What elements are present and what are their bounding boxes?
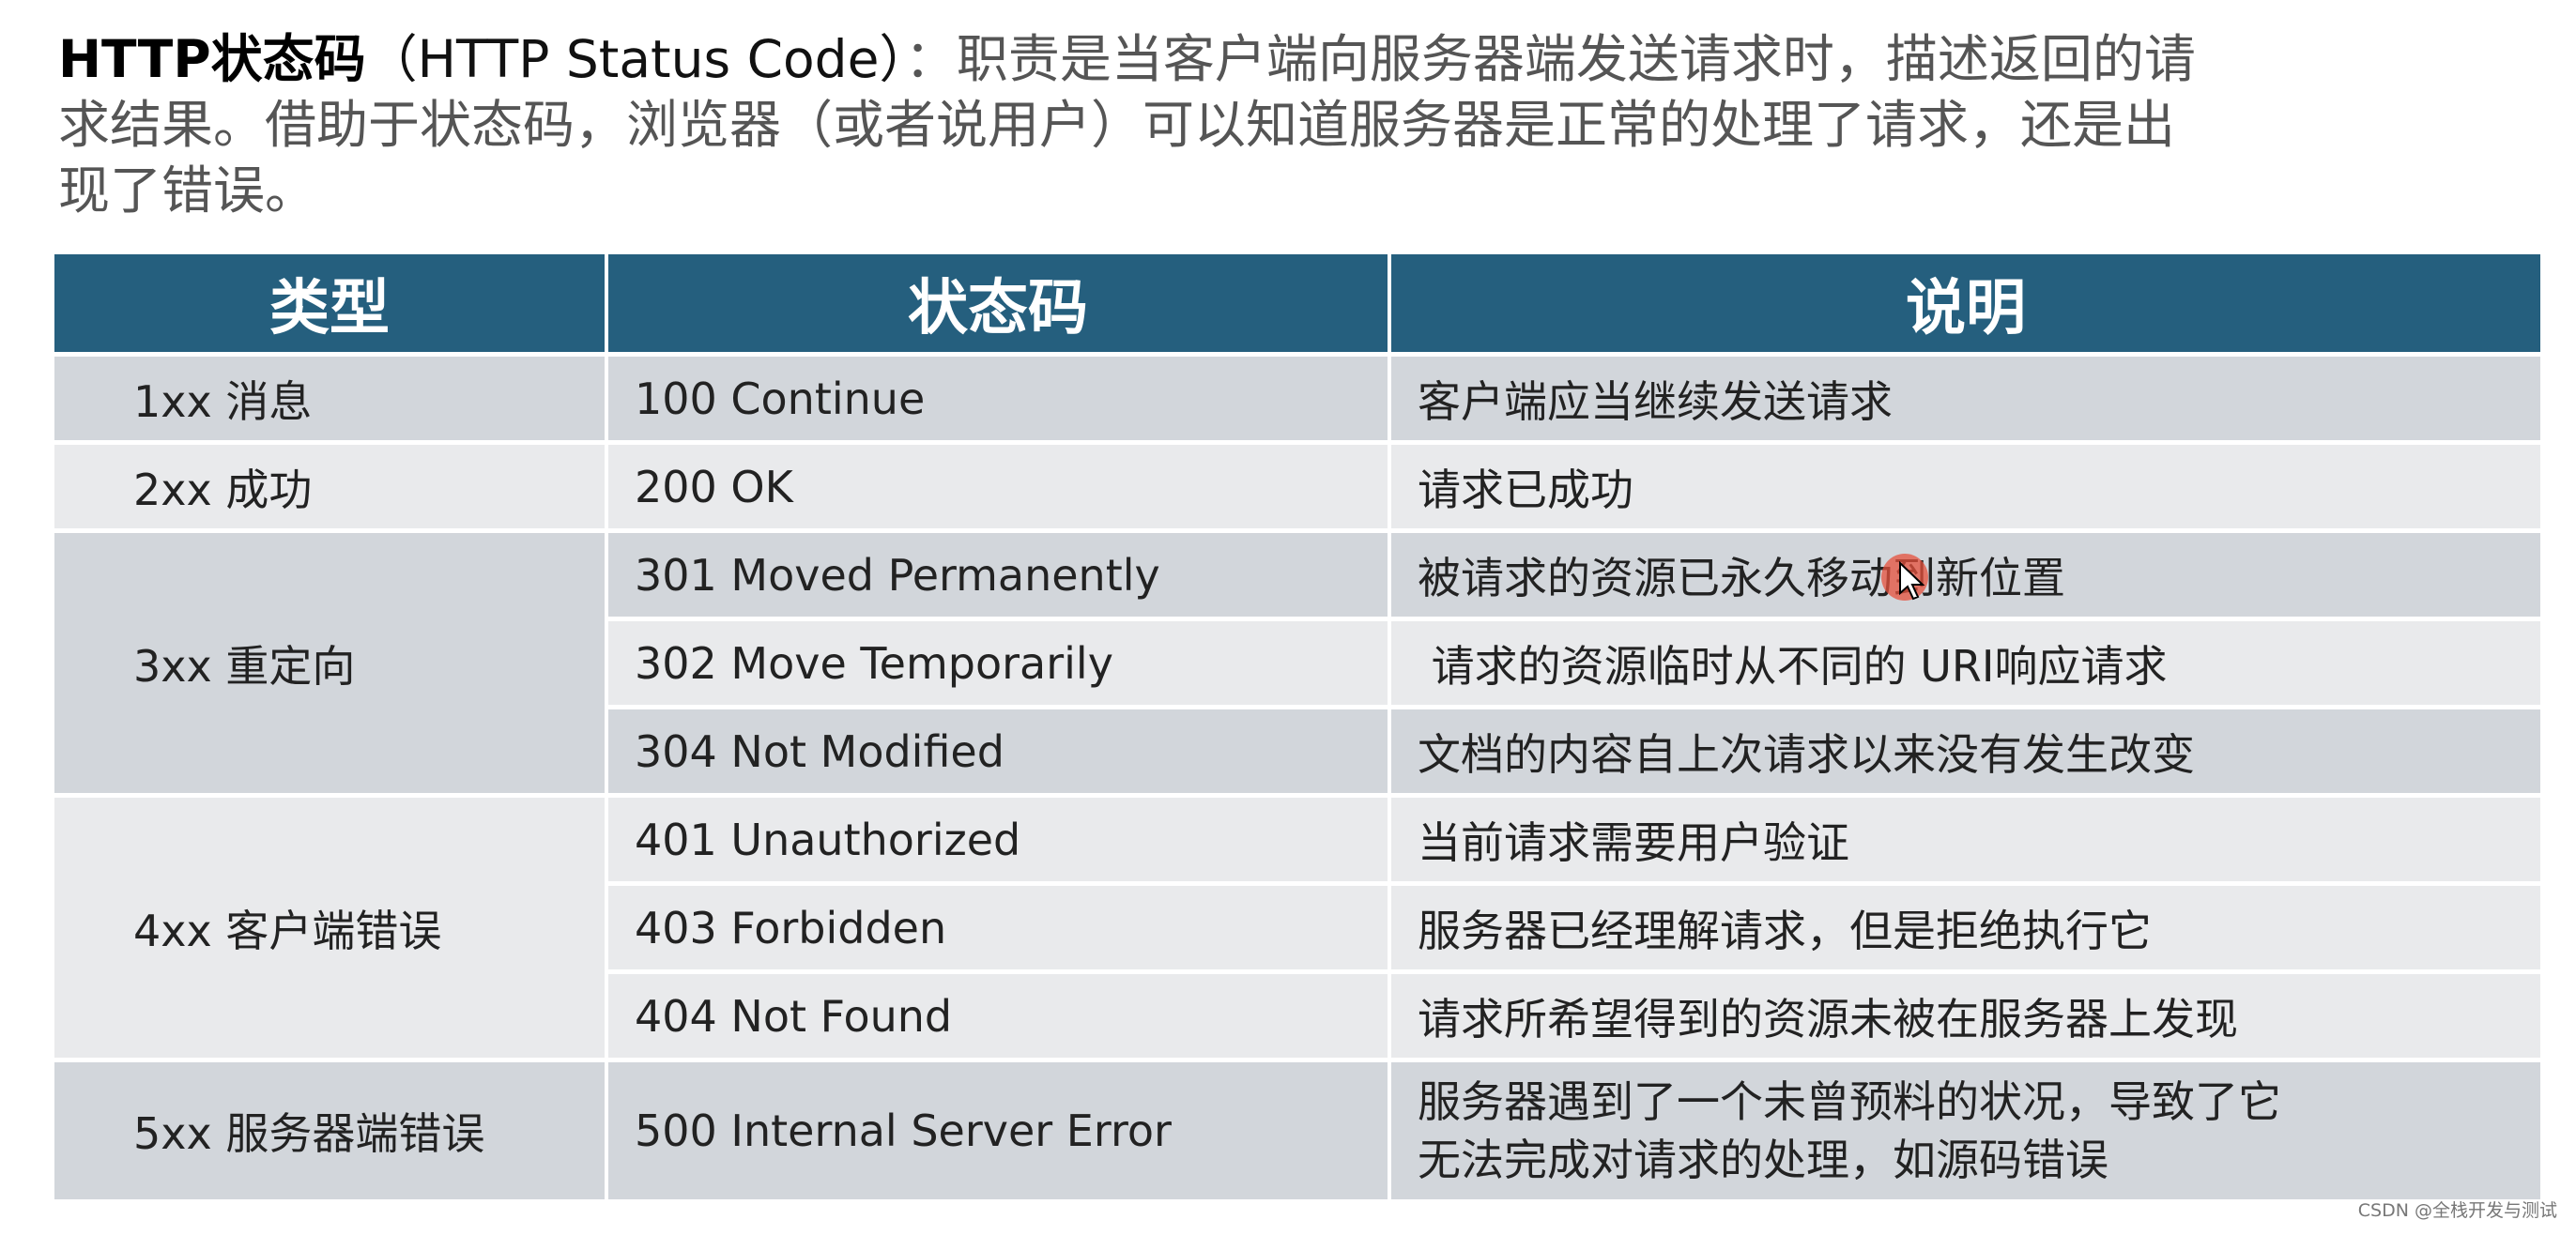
header-code: 状态码: [608, 254, 1388, 352]
status-code-table: 类型 状态码 说明 1xx 消息 100 Continue 客户端应当继续发送请…: [51, 250, 2544, 1204]
intro-paragraph: HTTP状态码（HTTP Status Code）：职责是当客户端向服务器端发送…: [58, 26, 2537, 223]
desc-cell: 文档的内容自上次请求以来没有发生改变: [1391, 709, 2540, 793]
code-cell: 401 Unauthorized: [608, 798, 1388, 881]
desc-cell: 服务器已经理解请求，但是拒绝执行它: [1391, 886, 2540, 969]
table-row: 2xx 成功 200 OK 请求已成功: [54, 445, 2540, 528]
code-cell: 301 Moved Permanently: [608, 533, 1388, 617]
code-cell: 404 Not Found: [608, 974, 1388, 1058]
desc-cell: 客户端应当继续发送请求: [1391, 357, 2540, 440]
type-cell: 5xx 服务器端错误: [54, 1062, 605, 1199]
intro-title: HTTP状态码: [58, 29, 366, 89]
code-cell: 403 Forbidden: [608, 886, 1388, 969]
desc-line: 服务器遇到了一个未曾预料的状况，导致了它: [1418, 1076, 2281, 1127]
intro-line-2: 求结果。借助于状态码，浏览器（或者说用户）可以知道服务器是正常的处理了请求，还是…: [58, 95, 2176, 155]
table-row: 1xx 消息 100 Continue 客户端应当继续发送请求: [54, 357, 2540, 440]
intro-line-3: 现了错误。: [58, 160, 317, 221]
code-cell: 200 OK: [608, 445, 1388, 528]
watermark: CSDN @全栈开发与测试: [2357, 1200, 2557, 1221]
desc-line: 无法完成对请求的处理，如源码错误: [1418, 1135, 2108, 1185]
desc-cell: 服务器遇到了一个未曾预料的状况，导致了它 无法完成对请求的处理，如源码错误: [1391, 1062, 2540, 1199]
table-row: 5xx 服务器端错误 500 Internal Server Error 服务器…: [54, 1062, 2540, 1199]
type-cell: 4xx 客户端错误: [54, 798, 605, 1058]
intro-title-en: （HTTP Status Code）: [365, 29, 905, 89]
desc-cell: 被请求的资源已永久移动到新位置: [1391, 533, 2540, 617]
type-cell: 1xx 消息: [54, 357, 605, 440]
header-desc: 说明: [1391, 254, 2540, 352]
code-cell: 100 Continue: [608, 357, 1388, 440]
desc-cell: 请求所希望得到的资源未被在服务器上发现: [1391, 974, 2540, 1058]
intro-line-1: HTTP状态码（HTTP Status Code）：职责是当客户端向服务器端发送…: [58, 26, 2537, 92]
desc-cell: 请求已成功: [1391, 445, 2540, 528]
desc-cell: 请求的资源临时从不同的 URI响应请求: [1391, 621, 2540, 705]
code-cell: 302 Move Temporarily: [608, 621, 1388, 705]
type-cell: 2xx 成功: [54, 445, 605, 528]
type-cell: 3xx 重定向: [54, 533, 605, 793]
intro-text-1: ：职责是当客户端向服务器端发送请求时，描述返回的请: [904, 29, 2196, 89]
desc-cell: 当前请求需要用户验证: [1391, 798, 2540, 881]
header-type: 类型: [54, 254, 605, 352]
code-cell: 304 Not Modified: [608, 709, 1388, 793]
table-row: 4xx 客户端错误 401 Unauthorized 当前请求需要用户验证: [54, 798, 2540, 1058]
table-header-row: 类型 状态码 说明: [54, 254, 2540, 352]
code-cell: 500 Internal Server Error: [608, 1062, 1388, 1199]
table-row: 3xx 重定向 301 Moved Permanently 被请求的资源已永久移…: [54, 533, 2540, 793]
mouse-cursor-icon: [1899, 561, 1925, 601]
